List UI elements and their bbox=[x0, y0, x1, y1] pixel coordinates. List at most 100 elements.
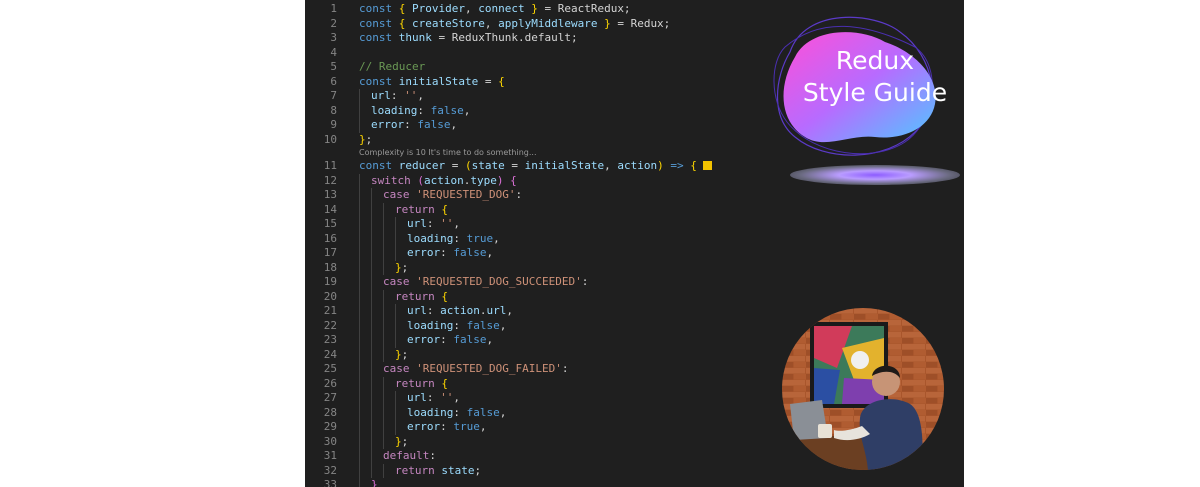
indent-guide bbox=[395, 420, 407, 435]
line-text: } bbox=[359, 478, 378, 487]
code-line[interactable]: 13 case 'REQUESTED_DOG': bbox=[305, 188, 964, 203]
line-number: 1 bbox=[330, 2, 337, 15]
code-token: : bbox=[440, 333, 454, 346]
code-line[interactable]: 14 return { bbox=[305, 202, 964, 217]
line-number: 6 bbox=[330, 74, 337, 88]
indent-guide bbox=[371, 231, 383, 246]
code-line[interactable]: 20 return { bbox=[305, 289, 964, 304]
code-token: , bbox=[450, 118, 458, 131]
line-text: url: '', bbox=[359, 391, 460, 406]
indent-guide bbox=[359, 118, 371, 133]
indent-guide bbox=[383, 202, 395, 217]
code-token: { bbox=[441, 376, 448, 390]
line-number: 9 bbox=[330, 118, 337, 131]
line-text: const { Provider, connect } = ReactRedux… bbox=[359, 2, 631, 17]
line-number: 13 bbox=[323, 188, 337, 201]
code-token: } bbox=[395, 434, 402, 448]
code-token: const bbox=[359, 2, 399, 15]
title-line-2: Style Guide bbox=[802, 78, 948, 107]
line-text: }; bbox=[359, 347, 408, 362]
code-line[interactable]: 16 loading: true, bbox=[305, 231, 964, 246]
indent-guide bbox=[359, 463, 371, 478]
indent-guide bbox=[371, 333, 383, 348]
code-token: : bbox=[561, 362, 569, 375]
code-token: { bbox=[441, 202, 448, 216]
code-token: } bbox=[395, 260, 402, 274]
indent-guide bbox=[395, 231, 407, 246]
code-token: , bbox=[463, 103, 471, 117]
indent-guide bbox=[371, 188, 383, 203]
line-number: 31 bbox=[323, 449, 337, 462]
line-text: error: false, bbox=[359, 118, 457, 133]
color-decorator-icon[interactable] bbox=[702, 161, 712, 170]
code-token: = bbox=[445, 159, 465, 172]
code-token: reducer bbox=[398, 159, 446, 172]
code-line[interactable]: 18}; bbox=[305, 260, 964, 275]
indent-guide bbox=[383, 260, 395, 275]
code-token: loading bbox=[407, 405, 454, 419]
line-number: 14 bbox=[323, 202, 337, 216]
code-token: : bbox=[581, 275, 589, 288]
code-token: : bbox=[440, 420, 454, 433]
code-token: switch bbox=[371, 173, 418, 187]
line-number: 3 bbox=[330, 31, 337, 44]
indent-guide bbox=[371, 217, 383, 232]
mug bbox=[818, 424, 832, 438]
code-token: false bbox=[453, 333, 487, 346]
line-text: return { bbox=[359, 289, 448, 304]
code-line[interactable]: 33} bbox=[305, 478, 964, 487]
indent-guide bbox=[359, 449, 371, 464]
code-token: ) bbox=[657, 159, 664, 172]
code-line[interactable]: 19 case 'REQUESTED_DOG_SUCCEEDED': bbox=[305, 275, 964, 290]
indent-guide bbox=[371, 347, 383, 362]
code-token: loading bbox=[371, 103, 418, 117]
line-text: const { createStore, applyMiddleware } =… bbox=[359, 17, 670, 32]
code-token: } bbox=[371, 478, 378, 487]
line-number: 19 bbox=[323, 275, 337, 288]
indent-guide bbox=[359, 362, 371, 377]
indent-guide bbox=[395, 217, 407, 232]
code-token: const bbox=[359, 16, 399, 30]
code-token: error bbox=[371, 118, 405, 131]
line-text: }; bbox=[359, 434, 409, 449]
indent-guide bbox=[371, 304, 383, 319]
line-number: 28 bbox=[323, 405, 337, 419]
indent-guide bbox=[395, 318, 407, 333]
code-token: . bbox=[479, 304, 487, 317]
code-token: { bbox=[441, 289, 448, 303]
line-number: 22 bbox=[323, 318, 337, 332]
indent-guide bbox=[383, 420, 395, 435]
code-token: { bbox=[510, 173, 517, 187]
code-token: : bbox=[426, 304, 441, 317]
line-text: loading: false, bbox=[359, 405, 507, 420]
code-token: 'REQUESTED_DOG_FAILED' bbox=[416, 362, 562, 375]
code-token: , bbox=[499, 318, 507, 332]
line-number: 32 bbox=[323, 463, 337, 477]
indent-guide bbox=[359, 260, 371, 275]
code-line[interactable]: 17 error: false, bbox=[305, 246, 964, 261]
line-text: error: false, bbox=[359, 246, 493, 261]
code-token: initialState bbox=[524, 159, 605, 172]
indent-guide bbox=[383, 318, 395, 333]
line-text: case 'REQUESTED_DOG_SUCCEEDED': bbox=[359, 275, 588, 290]
line-number: 4 bbox=[330, 45, 337, 59]
line-text: const thunk = ReduxThunk.default; bbox=[359, 31, 578, 46]
code-token: , bbox=[499, 405, 507, 419]
code-token: : bbox=[453, 318, 467, 332]
code-line[interactable]: 15 url: '', bbox=[305, 217, 964, 232]
code-token: : bbox=[390, 89, 405, 102]
code-token: { bbox=[498, 74, 505, 88]
indent-guide bbox=[371, 434, 383, 449]
code-token: { bbox=[690, 159, 697, 172]
line-text: loading: false, bbox=[359, 318, 507, 333]
code-token: // Reducer bbox=[359, 60, 426, 73]
code-token: action bbox=[423, 173, 464, 187]
code-token: loading bbox=[407, 318, 454, 332]
indent-guide bbox=[395, 333, 407, 348]
indent-guide bbox=[371, 362, 383, 377]
code-token: ; bbox=[401, 434, 409, 448]
line-text: const reducer = (state = initialState, a… bbox=[359, 159, 712, 174]
code-token: ; bbox=[401, 260, 409, 274]
code-token: false bbox=[417, 118, 451, 131]
indent-guide bbox=[359, 405, 371, 420]
